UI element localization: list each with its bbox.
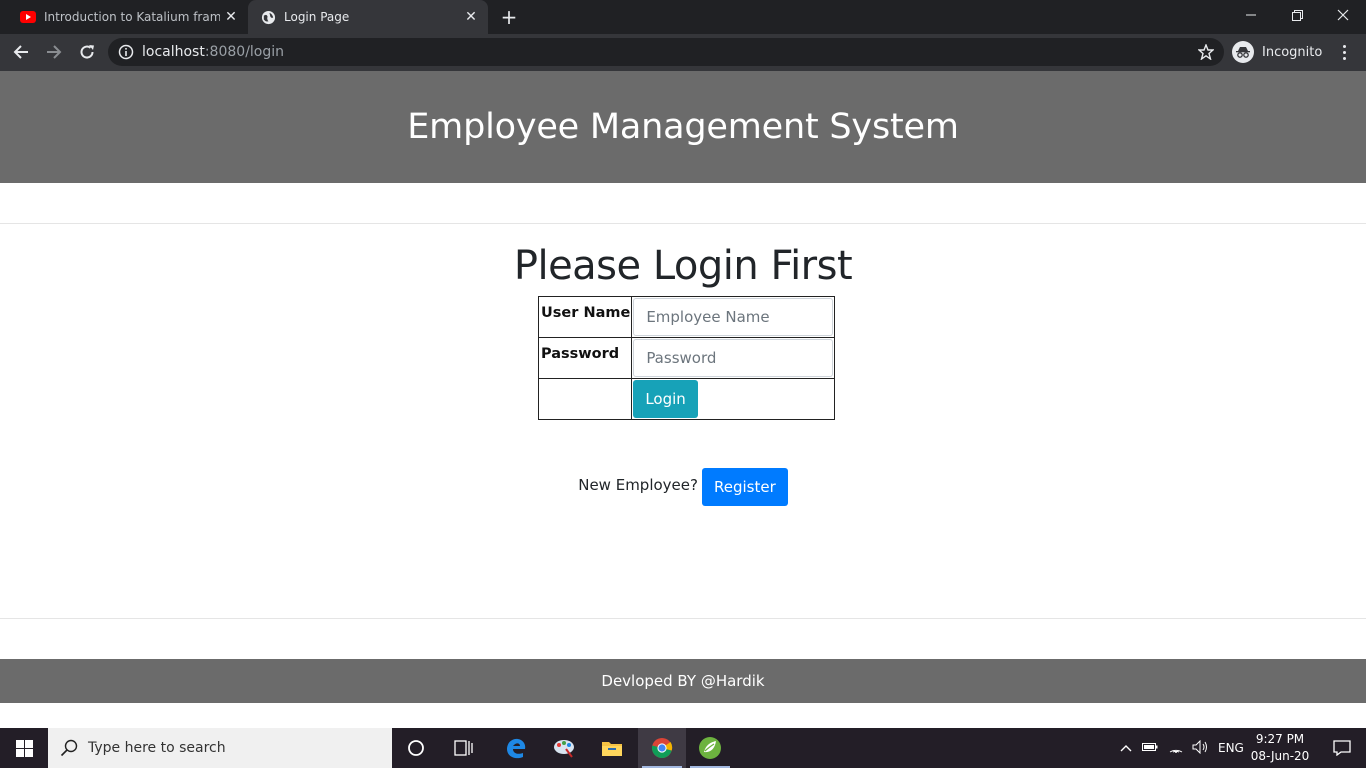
site-footer: Devloped BY @Hardik — [0, 659, 1366, 703]
start-button[interactable] — [0, 728, 48, 768]
login-button[interactable]: Login — [633, 380, 698, 418]
paint-icon — [554, 740, 574, 758]
back-button[interactable] — [6, 37, 36, 67]
file-explorer-button[interactable] — [588, 728, 636, 768]
windows-taskbar: Type here to search ENG 9:27 PM 08-Jun-2… — [0, 728, 1366, 768]
chevron-up-icon[interactable] — [1120, 741, 1132, 755]
divider — [0, 223, 1366, 224]
password-input[interactable] — [633, 339, 834, 377]
tab-title: Login Page — [284, 10, 350, 24]
username-label: User Name — [537, 296, 633, 338]
incognito-icon — [1232, 41, 1254, 63]
arrow-right-icon — [47, 45, 62, 59]
browser-menu-button[interactable] — [1334, 42, 1354, 62]
edge-taskbar-button[interactable] — [492, 728, 540, 768]
new-employee-text: New Employee? — [578, 476, 698, 494]
paint-taskbar-button[interactable] — [540, 728, 588, 768]
login-form: User Name Password Login — [537, 296, 836, 420]
globe-icon — [260, 9, 276, 25]
new-tab-button[interactable]: + — [496, 5, 522, 29]
clock-time: 9:27 PM — [1255, 732, 1305, 746]
info-icon[interactable] — [118, 44, 134, 60]
search-placeholder: Type here to search — [88, 740, 226, 756]
language-indicator[interactable]: ENG — [1218, 741, 1244, 755]
volume-icon[interactable] — [1192, 739, 1208, 757]
task-view-icon — [454, 740, 473, 756]
close-window-button[interactable] — [1320, 0, 1366, 30]
reload-button[interactable] — [72, 37, 102, 67]
login-title: Please Login First — [513, 243, 853, 289]
address-bar[interactable]: localhost:8080/login — [108, 38, 1224, 66]
taskbar-search[interactable]: Type here to search — [48, 728, 392, 768]
browser-toolbar: localhost:8080/login Incognito — [0, 34, 1366, 71]
site-title: Employee Management System — [407, 107, 959, 147]
spring-taskbar-button[interactable] — [686, 728, 734, 768]
incognito-badge[interactable]: Incognito — [1232, 39, 1322, 65]
clock-date: 08-Jun-20 — [1250, 749, 1310, 763]
windows-icon — [15, 739, 33, 757]
wifi-icon[interactable] — [1168, 741, 1184, 756]
divider — [0, 618, 1366, 619]
tab-katalium[interactable]: Introduction to Katalium framework ✕ — [8, 0, 248, 34]
register-row: New Employee? Register — [0, 468, 1366, 506]
password-label: Password — [537, 337, 633, 379]
forward-button[interactable] — [39, 37, 69, 67]
reload-icon — [80, 45, 94, 59]
youtube-icon — [20, 9, 36, 25]
close-icon[interactable]: ✕ — [460, 6, 482, 28]
notification-icon — [1333, 740, 1351, 756]
clock[interactable]: 9:27 PM 08-Jun-20 — [1244, 731, 1316, 765]
action-center-button[interactable] — [1318, 728, 1366, 768]
register-button[interactable]: Register — [701, 468, 788, 506]
edge-icon — [507, 738, 526, 759]
minimize-button[interactable] — [1228, 0, 1274, 30]
site-header: Employee Management System — [0, 71, 1366, 183]
chrome-icon — [651, 738, 673, 759]
search-icon — [60, 739, 78, 757]
cortana-button[interactable] — [392, 728, 440, 768]
tab-title: Introduction to Katalium framework — [44, 10, 220, 24]
tab-login-page[interactable]: Login Page ✕ — [248, 0, 488, 34]
url-text: localhost:8080/login — [142, 44, 285, 60]
folder-icon — [602, 742, 622, 756]
incognito-label: Incognito — [1262, 44, 1323, 60]
page-content: Employee Management System Please Login … — [0, 71, 1366, 728]
spring-tool-suite-icon — [699, 737, 721, 759]
system-tray: ENG — [1120, 728, 1244, 768]
arrow-left-icon — [13, 45, 28, 59]
restore-button[interactable] — [1274, 0, 1320, 30]
cortana-icon — [408, 740, 424, 756]
close-icon[interactable]: ✕ — [220, 6, 242, 28]
battery-icon[interactable] — [1142, 741, 1158, 755]
footer-text: Devloped BY @Hardik — [601, 672, 765, 690]
star-icon[interactable] — [1198, 44, 1214, 60]
task-view-button[interactable] — [440, 728, 488, 768]
chrome-taskbar-button[interactable] — [638, 728, 686, 768]
browser-tabstrip: Introduction to Katalium framework ✕ Log… — [0, 0, 1366, 34]
empty-cell — [537, 378, 633, 420]
username-input[interactable] — [633, 298, 834, 336]
